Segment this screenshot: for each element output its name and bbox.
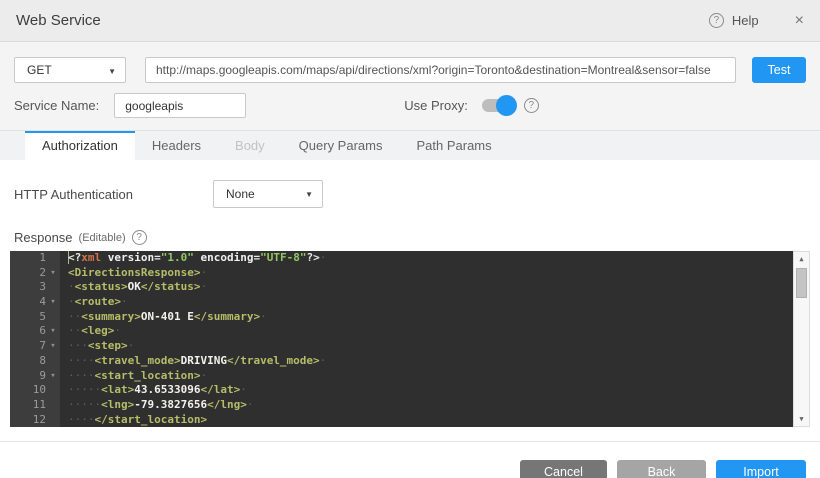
code-line[interactable]: ···<step>· [68, 339, 793, 354]
chevron-down-icon: ▼ [108, 67, 116, 76]
fold-arrow-icon[interactable]: ▾ [46, 295, 60, 310]
import-button[interactable]: Import [716, 460, 806, 478]
scroll-down-icon[interactable]: ▼ [794, 415, 809, 423]
code-line[interactable]: ·<route>· [68, 295, 793, 310]
code-line[interactable]: <?xml version="1.0" encoding="UTF-8"?>· [68, 251, 793, 266]
tab-body: Body [218, 131, 282, 160]
tab-query-params[interactable]: Query Params [282, 131, 400, 160]
code-line[interactable]: ··<summary>ON-401 E</summary>· [68, 310, 793, 325]
fold-arrow-icon[interactable]: ▾ [46, 324, 60, 339]
tab-authorization[interactable]: Authorization [25, 131, 135, 160]
proxy-help-icon[interactable]: ? [524, 98, 539, 113]
tab-path-params[interactable]: Path Params [399, 131, 508, 160]
use-proxy-toggle[interactable] [482, 99, 514, 112]
help-circle-icon[interactable]: ? [709, 13, 724, 28]
use-proxy-label: Use Proxy: [404, 98, 468, 113]
code-line[interactable]: ··<leg>· [68, 324, 793, 339]
http-auth-value: None [226, 187, 255, 201]
editor-vertical-scrollbar[interactable]: ▲ ▼ [793, 251, 810, 427]
chevron-down-icon: ▼ [305, 190, 313, 199]
tabs: AuthorizationHeadersBodyQuery ParamsPath… [0, 130, 820, 160]
code-line[interactable]: ····<start_location>· [68, 369, 793, 384]
code-line[interactable]: <DirectionsResponse>· [68, 266, 793, 281]
editor-code[interactable]: <?xml version="1.0" encoding="UTF-8"?>·<… [60, 251, 793, 427]
dialog-header: Web Service ? Help × [0, 0, 820, 42]
gutter-line: 4▾ [10, 295, 60, 310]
editor-gutter: 12▾34▾56▾7▾89▾101112 [10, 251, 60, 427]
http-auth-row: HTTP Authentication None ▼ [0, 160, 820, 208]
cancel-button[interactable]: Cancel [520, 460, 607, 478]
response-help-icon[interactable]: ? [132, 230, 147, 245]
gutter-line: 7▾ [10, 339, 60, 354]
gutter-line: 1 [10, 251, 60, 266]
scrollbar-thumb[interactable] [796, 268, 807, 298]
request-section: GET ▼ Test Service Name: Use Proxy: ? [0, 42, 820, 130]
gutter-line: 2▾ [10, 266, 60, 281]
fold-arrow-icon[interactable]: ▾ [46, 266, 60, 281]
service-name-input[interactable] [114, 93, 246, 118]
response-label: Response [14, 230, 73, 245]
gutter-line: 6▾ [10, 324, 60, 339]
response-editable-label: (Editable) [79, 232, 126, 244]
toggle-knob [496, 95, 517, 116]
http-method-value: GET [27, 63, 52, 77]
footer: Cancel Back Import [0, 442, 820, 478]
http-auth-label: HTTP Authentication [14, 187, 213, 202]
code-line[interactable]: ·····<lng>-79.3827656</lng>· [68, 398, 793, 413]
code-line[interactable]: ····<travel_mode>DRIVING</travel_mode>· [68, 354, 793, 369]
http-method-select[interactable]: GET ▼ [14, 57, 126, 83]
help-link[interactable]: Help [732, 13, 759, 28]
response-code-editor[interactable]: 12▾34▾56▾7▾89▾101112 <?xml version="1.0"… [10, 251, 810, 427]
response-label-row: Response (Editable) ? [14, 230, 820, 245]
code-line[interactable]: ····</start_location> [68, 413, 793, 427]
code-line[interactable]: ·····<lat>43.6533096</lat>· [68, 383, 793, 398]
close-icon[interactable]: × [795, 12, 804, 30]
url-input[interactable] [145, 57, 736, 83]
gutter-line: 8 [10, 354, 60, 369]
fold-arrow-icon[interactable]: ▾ [46, 369, 60, 384]
gutter-line: 10 [10, 383, 60, 398]
gutter-line: 3 [10, 280, 60, 295]
gutter-line: 5 [10, 310, 60, 325]
gutter-line: 12 [10, 413, 60, 427]
service-name-label: Service Name: [14, 98, 99, 113]
tab-headers[interactable]: Headers [135, 131, 218, 160]
gutter-line: 11 [10, 398, 60, 413]
test-button[interactable]: Test [752, 57, 806, 83]
code-line[interactable]: ·<status>OK</status>· [68, 280, 793, 295]
page-title: Web Service [16, 12, 101, 29]
back-button[interactable]: Back [617, 460, 706, 478]
http-auth-select[interactable]: None ▼ [213, 180, 323, 208]
gutter-line: 9▾ [10, 369, 60, 384]
fold-arrow-icon[interactable]: ▾ [46, 339, 60, 354]
scroll-up-icon[interactable]: ▲ [794, 255, 809, 263]
